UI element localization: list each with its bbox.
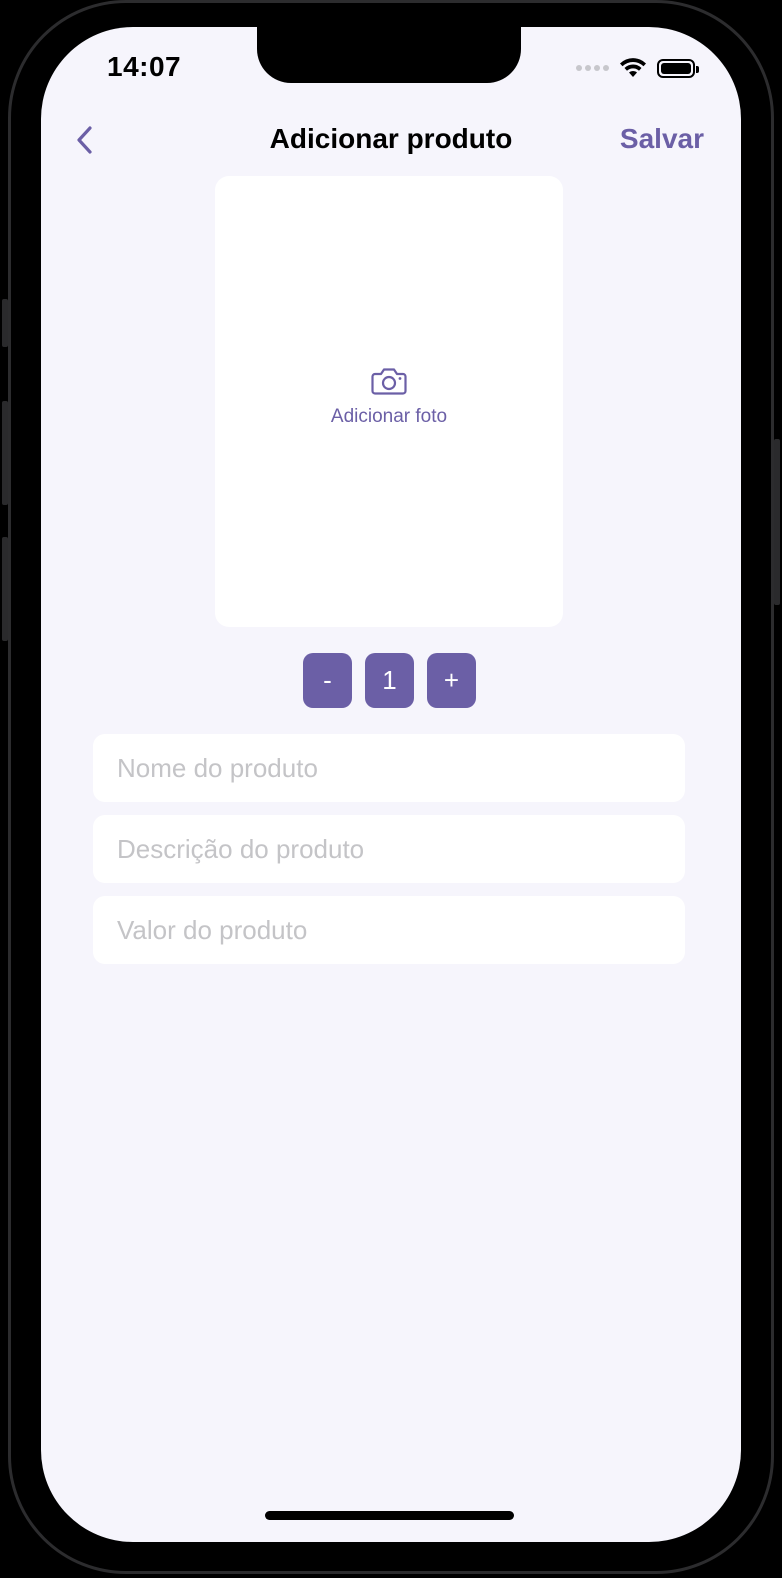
home-indicator[interactable] [265,1511,514,1520]
screen: 14:07 Adicionar produto Salvar Adicionar… [41,27,741,1542]
power-button [774,439,780,605]
quantity-value: 1 [365,653,414,708]
wifi-icon [620,58,646,77]
quantity-stepper: - 1 + [303,653,476,708]
add-photo-area[interactable]: Adicionar foto [215,176,563,627]
status-icons [576,57,699,79]
save-button[interactable]: Salvar [620,123,704,155]
product-form [93,734,685,977]
add-photo-label: Adicionar foto [330,405,448,427]
volume-down-button [2,537,8,641]
cellular-signal-icon [576,65,609,71]
notch [257,27,521,83]
increment-button[interactable]: + [427,653,476,708]
mute-switch [2,299,8,347]
decrement-button[interactable]: - [303,653,352,708]
product-description-input[interactable] [93,815,685,883]
volume-up-button [2,401,8,505]
product-name-input[interactable] [93,734,685,802]
status-time: 14:07 [107,51,182,82]
product-price-input[interactable] [93,896,685,964]
battery-icon [657,58,699,78]
navigation-bar: Adicionar produto Salvar [41,115,741,165]
camera-icon [371,367,407,395]
